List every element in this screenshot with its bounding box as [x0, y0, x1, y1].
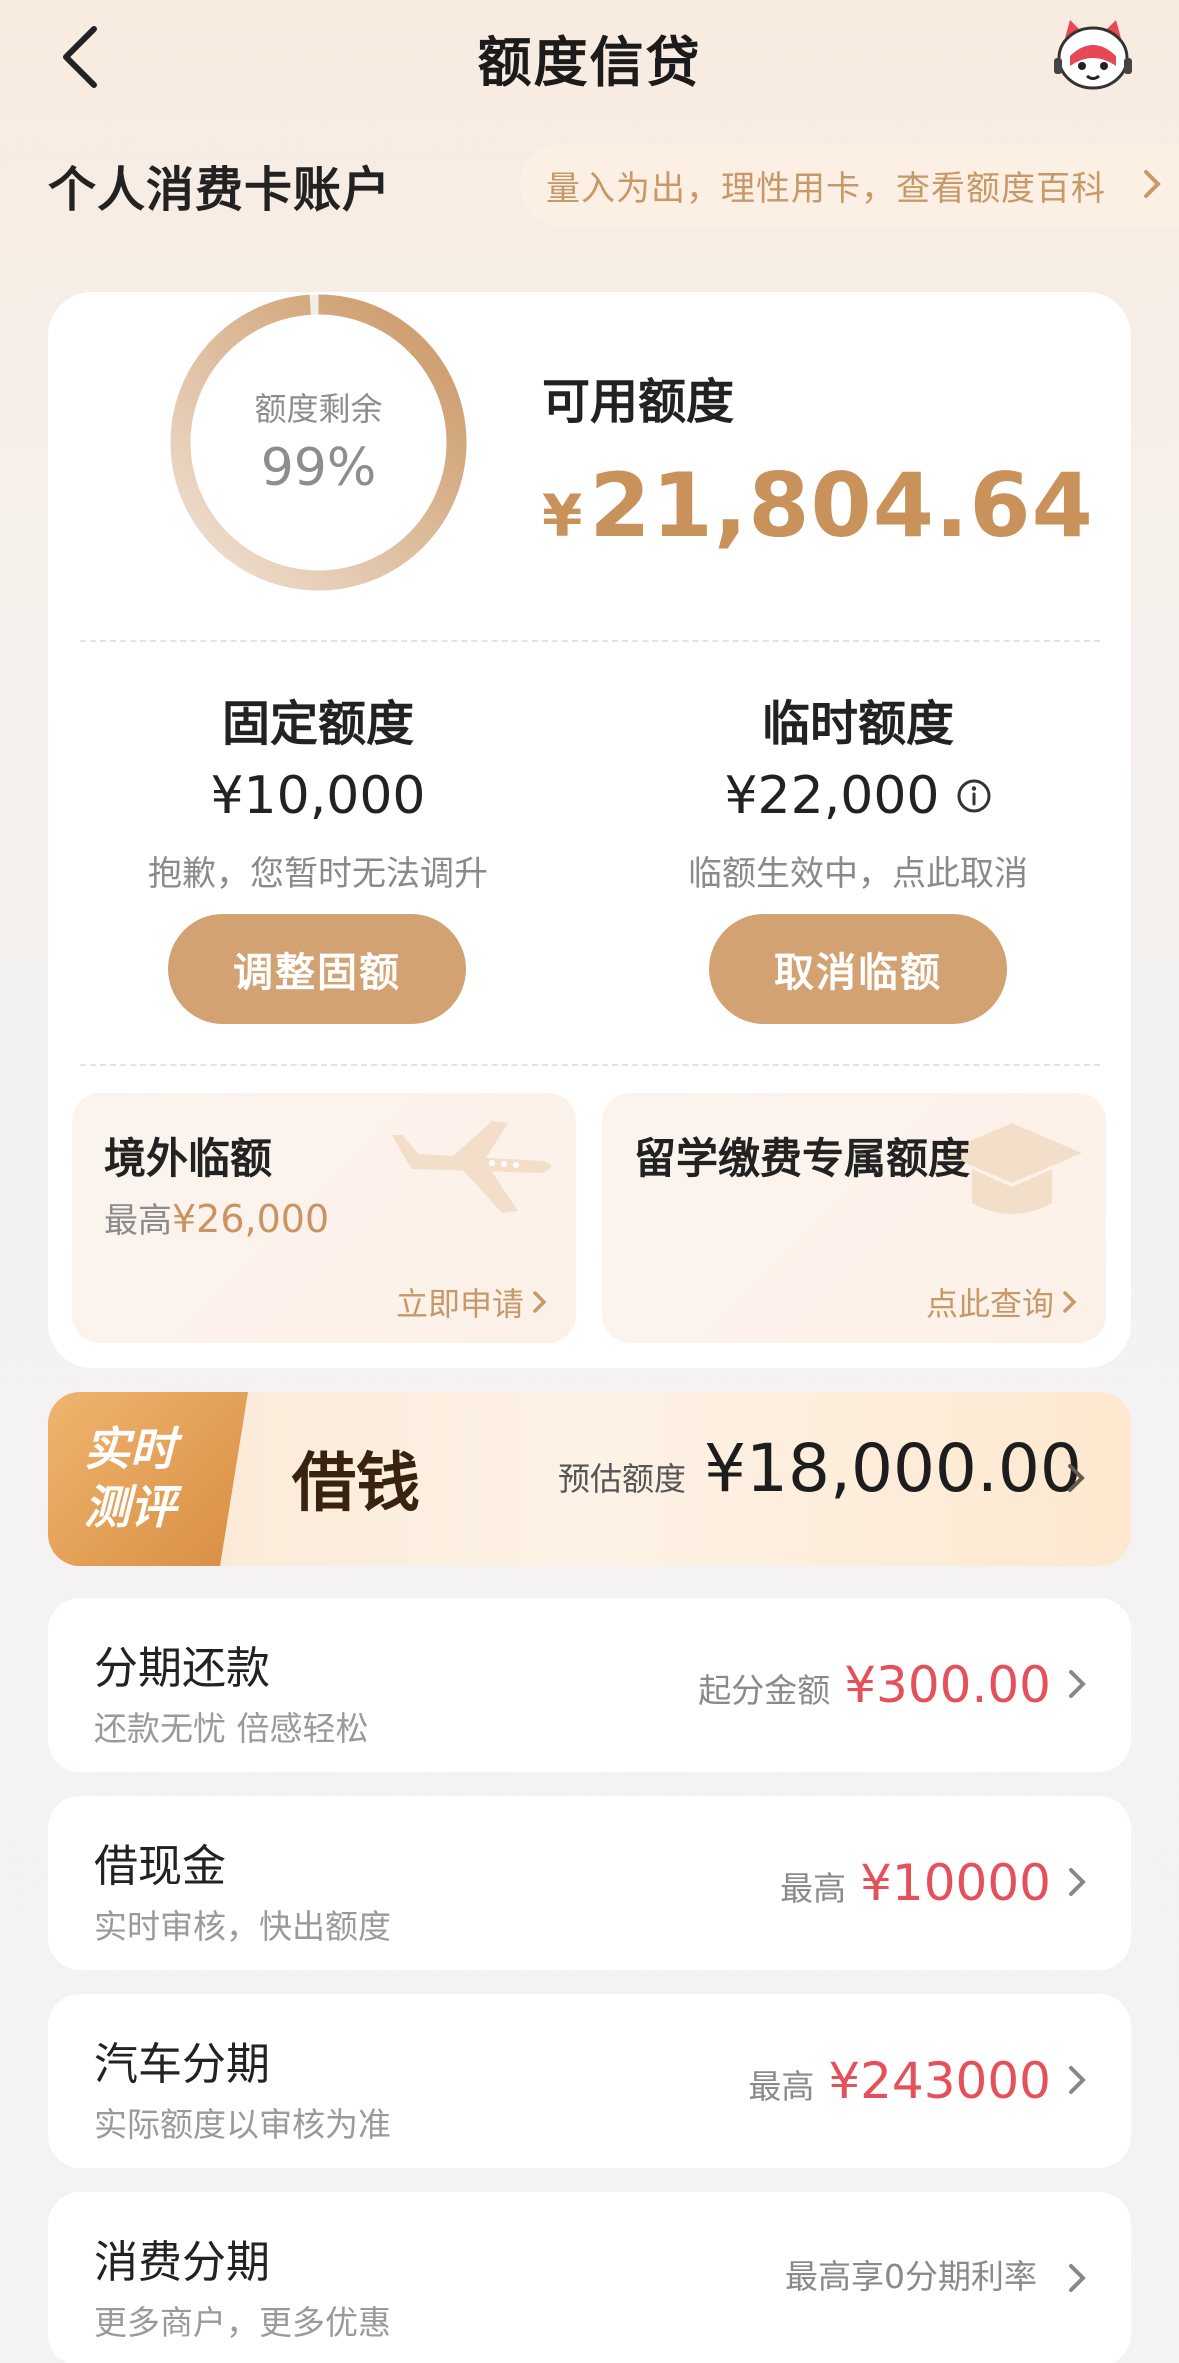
row-title: 汽车分期 [94, 2039, 270, 2090]
adjust-fixed-button[interactable]: 调整固额 [168, 914, 466, 1024]
chevron-right-icon [1069, 1670, 1086, 1698]
overseas-title: 境外临额 [104, 1134, 273, 1183]
promo-title: 借钱 [292, 1446, 420, 1521]
divider [80, 640, 1100, 642]
apply-now-link[interactable]: 立即申请 [396, 1279, 550, 1325]
installment-repay-row[interactable]: 分期还款 还款无忧 倍感轻松 起分金额 ¥300.00 [48, 1598, 1131, 1772]
row-title: 分期还款 [94, 1643, 270, 1694]
available-amount: ¥ 21,804.64 [542, 454, 1094, 557]
available-value: 21,804.64 [589, 454, 1094, 557]
temp-credit-amount-row: ¥22,000 [588, 766, 1128, 826]
consumer-installment-row[interactable]: 消费分期 更多商户，更多优惠 最高享0分期利率 [48, 2192, 1131, 2363]
query-link[interactable]: 点此查询 [926, 1279, 1080, 1325]
temp-credit-amount: ¥22,000 [724, 766, 940, 826]
tag-line-2: 测评 [84, 1480, 176, 1534]
row-value: ¥300.00 [844, 1656, 1051, 1714]
ring-label: 额度剩余 [254, 390, 383, 428]
overseas-limit: 最高¥26,000 [104, 1193, 329, 1242]
overseas-prefix: 最高 [104, 1201, 172, 1241]
fixed-credit-amount: ¥10,000 [210, 766, 426, 826]
overseas-amount: ¥26,000 [172, 1197, 330, 1241]
row-subtitle: 实时审核，快出额度 [94, 1907, 391, 1946]
chevron-right-icon [1063, 1291, 1077, 1313]
row-value: ¥243000 [828, 2052, 1051, 2110]
ring-percent: 99% [260, 438, 377, 498]
temp-credit-note[interactable]: 临额生效中，点此取消 [588, 846, 1128, 895]
row-subtitle: 实际额度以审核为准 [94, 2105, 391, 2144]
study-title: 留学缴费专属额度 [634, 1134, 971, 1183]
tag-line-1: 实时 [84, 1422, 176, 1476]
currency-symbol: ¥ [542, 482, 584, 550]
divider [80, 1064, 1100, 1066]
auto-installment-row[interactable]: 汽车分期 实际额度以审核为准 最高 ¥243000 [48, 1994, 1131, 2168]
fixed-credit-note: 抱歉，您暂时无法调升 [148, 854, 488, 894]
row-prefix: 最高 [780, 1869, 847, 1908]
row-subtitle: 更多商户，更多优惠 [94, 2303, 391, 2342]
query-label: 点此查询 [925, 1285, 1054, 1323]
row-prefix: 最高享0分期利率 [785, 2257, 1037, 2296]
fixed-credit-title: 固定额度 [221, 696, 414, 752]
page-title: 额度信贷 [477, 31, 702, 94]
realtime-eval-tag: 实时 测评 [48, 1392, 248, 1566]
overseas-credit-card[interactable]: 境外临额 最高¥26,000 立即申请 [72, 1093, 576, 1343]
cancel-temp-button[interactable]: 取消临额 [709, 914, 1007, 1024]
tip-text: 量入为出，理性用卡，查看额度百科 [546, 168, 1106, 209]
row-value: ¥10000 [860, 1854, 1051, 1912]
row-prefix: 最高 [748, 2067, 815, 2106]
row-subtitle: 还款无忧 倍感轻松 [94, 1709, 369, 1748]
chevron-right-icon [1144, 170, 1161, 198]
estimate-label: 预估额度 [558, 1460, 687, 1498]
account-title: 个人消费卡账户 [48, 162, 392, 218]
chevron-right-icon [1068, 1464, 1085, 1492]
available-label: 可用额度 [542, 374, 735, 430]
chevron-right-icon [1069, 1868, 1086, 1896]
estimate-amount: ¥18,000.00 [704, 1430, 1082, 1507]
apply-now-label: 立即申请 [395, 1285, 524, 1323]
row-prefix: 起分金额 [698, 1671, 831, 1710]
row-title: 消费分期 [94, 2237, 270, 2288]
temp-credit-title: 临时额度 [761, 696, 954, 752]
mascot-icon[interactable] [1050, 16, 1136, 96]
airplane-icon [392, 1121, 551, 1213]
borrow-promo-banner[interactable]: 实时 测评 借钱 预估额度 ¥18,000.00 [48, 1392, 1131, 1566]
info-icon[interactable] [956, 778, 992, 814]
chevron-right-icon [1069, 2264, 1086, 2292]
chevron-right-icon [533, 1291, 547, 1313]
chevron-right-icon [1069, 2066, 1086, 2094]
row-title: 借现金 [94, 1841, 226, 1892]
study-abroad-credit-card[interactable]: 留学缴费专属额度 点此查询 [602, 1093, 1106, 1343]
cash-loan-row[interactable]: 借现金 实时审核，快出额度 最高 ¥10000 [48, 1796, 1131, 1970]
credit-tip-banner[interactable]: 量入为出，理性用卡，查看额度百科 [520, 144, 1179, 226]
